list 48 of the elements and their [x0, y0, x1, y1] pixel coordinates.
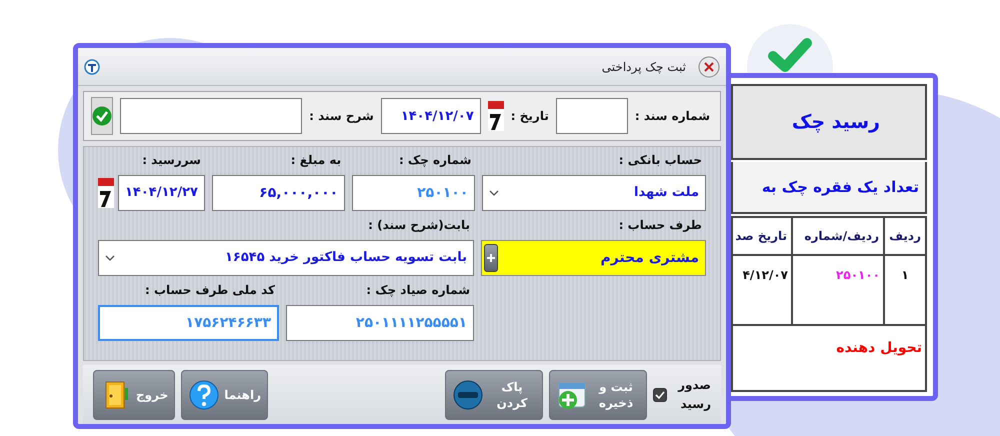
- amount-field[interactable]: ۶۵,۰۰۰,۰۰۰: [212, 175, 346, 211]
- receipt-title: رسید چک: [731, 84, 927, 160]
- table-cell: ۱: [884, 255, 926, 325]
- text-field[interactable]: ۲۵۰۱۰۰: [352, 175, 476, 211]
- close-icon[interactable]: [698, 56, 720, 78]
- column-header: ردیف/شماره: [792, 217, 884, 255]
- field-label: بابت(شرح سند) :: [367, 217, 471, 234]
- chevron-icon: [105, 253, 115, 263]
- field-label: تاریخ :: [510, 108, 549, 125]
- text-field[interactable]: ۲۵۰۱۱۱۱۲۵۵۵۵۱: [286, 305, 474, 341]
- field-label: شماره سند :: [634, 108, 710, 125]
- add-button[interactable]: [484, 244, 498, 272]
- checkbox-label: صدور رسید: [676, 376, 711, 413]
- field-label: شماره چک :: [398, 152, 472, 169]
- description-field[interactable]: [120, 98, 302, 134]
- chevron-icon: [489, 188, 500, 198]
- app-logo-icon: [84, 58, 100, 74]
- help-button[interactable]: راهنما: [181, 370, 268, 420]
- tick-icon: [655, 390, 665, 400]
- field-label: به مبلغ :: [290, 152, 342, 169]
- minus-circle-icon: [452, 379, 484, 411]
- help-icon: [188, 379, 220, 411]
- document-number-field[interactable]: [556, 98, 628, 134]
- field-label: حساب بانکی :: [618, 152, 703, 169]
- receipt-summary: تعداد یک فقره چک به: [731, 162, 927, 214]
- date-field[interactable]: ۱۴۰۴/۱۲/۲۷: [118, 175, 205, 211]
- table-cell: ۲۵۰۱۰۰: [792, 255, 884, 325]
- check-icon: [92, 106, 112, 126]
- exit-button[interactable]: خروج: [93, 370, 176, 420]
- clear-button[interactable]: پاک کردن: [445, 370, 543, 420]
- dropdown[interactable]: ملت شهدا: [482, 175, 706, 211]
- field-label: شرح سند :: [309, 108, 374, 125]
- dropdown[interactable]: بابت تسویه حساب فاکتور خرید ۱۶۵۴۵: [98, 240, 474, 276]
- date-field[interactable]: ۱۴۰۴/۱۲/۰۷: [380, 98, 481, 134]
- calendar-icon[interactable]: [488, 101, 504, 131]
- field-label: سررسید :: [141, 152, 202, 169]
- save-button[interactable]: ثبت و ذخیره: [549, 370, 647, 420]
- text-field[interactable]: ۱۷۵۶۲۴۶۶۳۳: [98, 305, 279, 341]
- calendar-icon[interactable]: [98, 178, 114, 208]
- field-label: کد ملی طرف حساب :: [144, 282, 276, 299]
- account-field[interactable]: مشتری محترم: [481, 240, 706, 276]
- field-label: طرف حساب :: [618, 217, 703, 234]
- confirm-button[interactable]: [91, 97, 114, 135]
- field-label: شماره صیاد چک :: [365, 282, 471, 299]
- column-header: ردیف: [884, 217, 926, 255]
- window-title: ثبت چک پرداختی: [602, 58, 686, 76]
- checkbox[interactable]: [653, 388, 667, 402]
- plus-icon: [486, 253, 496, 263]
